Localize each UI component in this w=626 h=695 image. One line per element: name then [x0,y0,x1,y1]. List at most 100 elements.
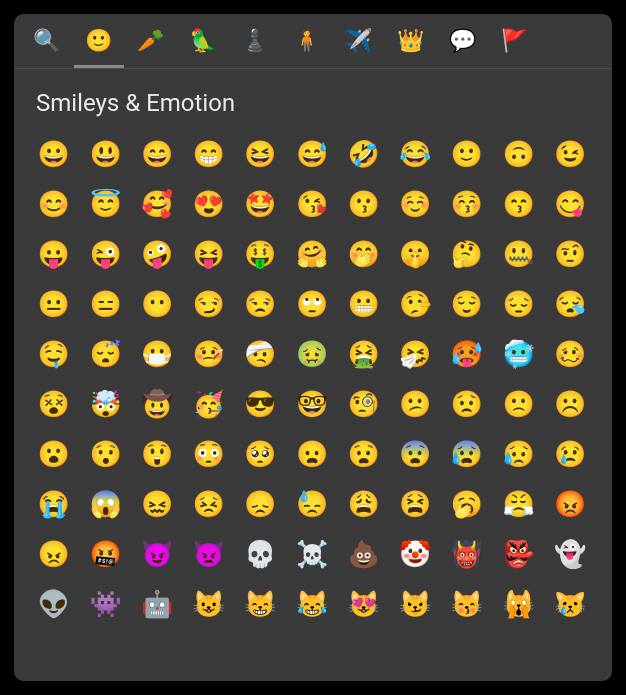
emoji-cell[interactable]: 😀 [32,133,76,177]
emoji-cell[interactable]: 😅 [290,133,334,177]
smileys-tab[interactable]: 🙂 [74,24,124,68]
emoji-cell[interactable]: 🤩 [239,183,283,227]
emoji-cell[interactable]: 😭 [32,483,76,527]
emoji-cell[interactable]: 😸 [239,583,283,627]
emoji-cell[interactable]: 👹 [445,533,489,577]
emoji-cell[interactable]: 😡 [548,483,592,527]
emoji-cell[interactable]: 😴 [84,333,128,377]
emoji-cell[interactable]: 🤡 [393,533,437,577]
emoji-cell[interactable]: 😥 [497,433,541,477]
emoji-cell[interactable]: 🙀 [497,583,541,627]
emoji-cell[interactable]: 🤧 [393,333,437,377]
emoji-cell[interactable]: 😘 [290,183,334,227]
emoji-cell[interactable]: 😲 [135,433,179,477]
emoji-cell[interactable]: 😁 [187,133,231,177]
emoji-cell[interactable]: 🙄 [290,283,334,327]
emoji-cell[interactable]: 😽 [445,583,489,627]
emoji-cell[interactable]: 🤖 [135,583,179,627]
emoji-cell[interactable]: 🤢 [290,333,334,377]
emoji-cell[interactable]: 😱 [84,483,128,527]
emoji-cell[interactable]: 😪 [548,283,592,327]
emoji-cell[interactable]: 😶 [135,283,179,327]
emoji-cell[interactable]: 😻 [342,583,386,627]
emoji-cell[interactable]: 😔 [497,283,541,327]
emoji-cell[interactable]: 👺 [497,533,541,577]
emoji-cell[interactable]: 😓 [290,483,334,527]
objects-tab[interactable]: 👑 [386,24,436,68]
emoji-cell[interactable]: 🤫 [393,233,437,277]
emoji-cell[interactable]: 😨 [393,433,437,477]
emoji-cell[interactable]: 😒 [239,283,283,327]
emoji-cell[interactable]: 😄 [135,133,179,177]
emoji-cell[interactable]: 😢 [548,433,592,477]
emoji-cell[interactable]: 😯 [84,433,128,477]
emoji-cell[interactable]: 🤓 [290,383,334,427]
emoji-cell[interactable]: 🤣 [342,133,386,177]
emoji-cell[interactable]: 😆 [239,133,283,177]
emoji-cell[interactable]: 😕 [393,383,437,427]
emoji-cell[interactable]: 🥺 [239,433,283,477]
emoji-cell[interactable]: 🤥 [393,283,437,327]
emoji-cell[interactable]: 😜 [84,233,128,277]
emoji-cell[interactable]: 😵 [32,383,76,427]
emoji-cell[interactable]: 😗 [342,183,386,227]
emoji-cell[interactable]: 👻 [548,533,592,577]
emoji-cell[interactable]: 😛 [32,233,76,277]
emoji-cell[interactable]: 🙂 [445,133,489,177]
emoji-cell[interactable]: 😟 [445,383,489,427]
search-tab[interactable]: 🔍 [22,24,72,68]
emoji-cell[interactable]: 🤤 [32,333,76,377]
emoji-cell[interactable]: 🤮 [342,333,386,377]
emoji-cell[interactable]: 🤬 [84,533,128,577]
emoji-cell[interactable]: 👾 [84,583,128,627]
emoji-cell[interactable]: 💀 [239,533,283,577]
emoji-cell[interactable]: 🙃 [497,133,541,177]
emoji-cell[interactable]: 🤑 [239,233,283,277]
emoji-cell[interactable]: 🥴 [548,333,592,377]
emoji-cell[interactable]: 😹 [290,583,334,627]
emoji-cell[interactable]: 😿 [548,583,592,627]
emoji-cell[interactable]: 👽 [32,583,76,627]
emoji-cell[interactable]: 😇 [84,183,128,227]
emoji-cell[interactable]: 😖 [135,483,179,527]
emoji-cell[interactable]: 😎 [239,383,283,427]
emoji-cell[interactable]: 😮 [32,433,76,477]
emoji-cell[interactable]: 😠 [32,533,76,577]
emoji-cell[interactable]: ☺️ [393,183,437,227]
emoji-cell[interactable]: 🤯 [84,383,128,427]
emoji-cell[interactable]: 🤗 [290,233,334,277]
emoji-cell[interactable]: 🤨 [548,233,592,277]
flags-tab[interactable]: 🚩 [490,24,540,68]
emoji-cell[interactable]: 😤 [497,483,541,527]
emoji-cell[interactable]: 🥰 [135,183,179,227]
emoji-cell[interactable]: 🧐 [342,383,386,427]
emoji-cell[interactable]: 😰 [445,433,489,477]
travel-tab[interactable]: ✈️ [334,24,384,68]
emoji-cell[interactable]: 😙 [497,183,541,227]
emoji-cell[interactable]: 😈 [135,533,179,577]
symbols-tab[interactable]: 💬 [438,24,488,68]
emoji-cell[interactable]: ☹️ [548,383,592,427]
emoji-cell[interactable]: 🤕 [239,333,283,377]
emoji-cell[interactable]: 🤪 [135,233,179,277]
emoji-cell[interactable]: 😌 [445,283,489,327]
emoji-cell[interactable]: 😑 [84,283,128,327]
emoji-cell[interactable]: 😬 [342,283,386,327]
emoji-cell[interactable]: 😃 [84,133,128,177]
emoji-cell[interactable]: 🥵 [445,333,489,377]
animals-tab[interactable]: 🦜 [178,24,228,68]
emoji-cell[interactable]: 🥱 [445,483,489,527]
emoji-cell[interactable]: 🥳 [187,383,231,427]
emoji-cell[interactable]: 💩 [342,533,386,577]
emoji-cell[interactable]: 🤭 [342,233,386,277]
emoji-cell[interactable]: 😏 [187,283,231,327]
emoji-cell[interactable]: 🤔 [445,233,489,277]
emoji-cell[interactable]: 😺 [187,583,231,627]
emoji-cell[interactable]: 👿 [187,533,231,577]
emoji-cell[interactable]: ☠️ [290,533,334,577]
emoji-cell[interactable]: 😝 [187,233,231,277]
emoji-cell[interactable]: 😐 [32,283,76,327]
emoji-cell[interactable]: 🤒 [187,333,231,377]
emoji-cell[interactable]: 😧 [342,433,386,477]
emoji-cell[interactable]: 😚 [445,183,489,227]
